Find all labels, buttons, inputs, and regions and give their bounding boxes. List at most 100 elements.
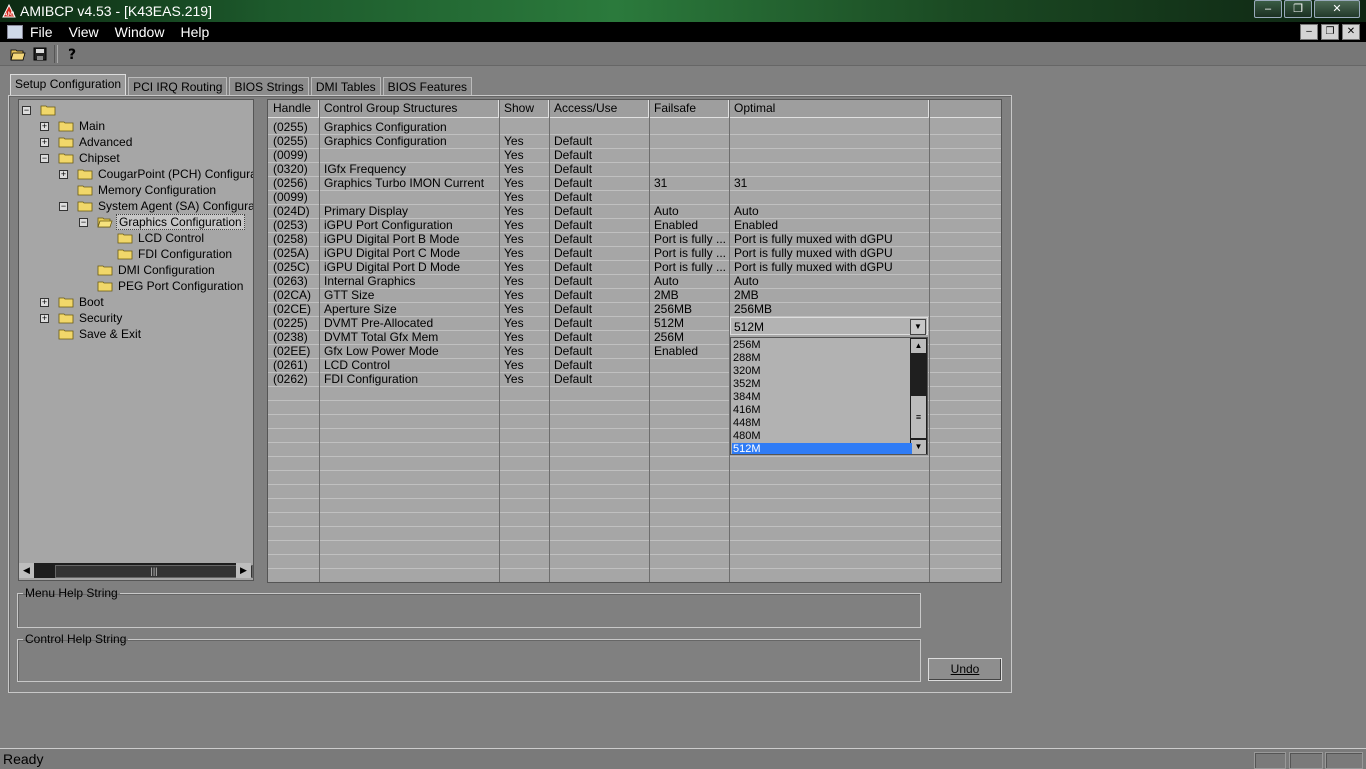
tree-expander[interactable]: − bbox=[22, 106, 31, 115]
tree-expander[interactable]: + bbox=[40, 298, 49, 307]
table-row[interactable]: (0099) Yes Default bbox=[268, 148, 1001, 163]
tab-dmi-tables[interactable]: DMI Tables bbox=[310, 77, 381, 96]
table-row[interactable] bbox=[268, 554, 1001, 569]
column-header[interactable]: Handle bbox=[268, 100, 319, 117]
save-icon[interactable] bbox=[30, 44, 50, 64]
tree-item[interactable]: Advanced bbox=[58, 134, 134, 150]
scroll-thumb[interactable]: ≡ bbox=[911, 396, 926, 438]
undo-button[interactable]: Undo bbox=[928, 658, 1002, 681]
maximize-button[interactable]: ❐ bbox=[1284, 0, 1312, 18]
tab-setup-configuration[interactable]: Setup Configuration bbox=[10, 74, 127, 96]
column-header[interactable]: Optimal bbox=[729, 100, 929, 117]
tab-bios-strings[interactable]: BIOS Strings bbox=[229, 77, 309, 96]
table-row[interactable] bbox=[268, 568, 1001, 582]
scroll-up-icon[interactable]: ▲ bbox=[911, 339, 926, 353]
table-row[interactable]: (0263) Internal Graphics Yes Default Auto Aut… bbox=[268, 274, 1001, 289]
tree-expander[interactable]: − bbox=[79, 218, 88, 227]
table-row[interactable]: (0256) Graphics Turbo IMON Current Yes Defa… bbox=[268, 176, 1001, 191]
tree-horizontal-scrollbar[interactable]: ◀ ||| ▶ bbox=[19, 563, 253, 578]
document-icon[interactable] bbox=[7, 25, 23, 39]
menu-file[interactable]: File bbox=[30, 23, 53, 41]
tree-expander[interactable]: + bbox=[40, 122, 49, 131]
table-row[interactable] bbox=[268, 540, 1001, 555]
scroll-down-icon[interactable]: ▼ bbox=[911, 440, 926, 454]
table-row[interactable] bbox=[268, 512, 1001, 527]
tree-item[interactable]: LCD Control bbox=[117, 230, 206, 246]
tree-expander[interactable]: + bbox=[59, 170, 68, 179]
tree-item[interactable]: Memory Configuration bbox=[77, 182, 218, 198]
table-row[interactable]: (0258) iGPU Digital Port B Mode Yes Default… bbox=[268, 232, 1001, 247]
dropdown-option[interactable]: 352M bbox=[732, 378, 912, 391]
tree-item[interactable]: DMI Configuration bbox=[97, 262, 217, 278]
table-row[interactable]: (025A) iGPU Digital Port C Mode Yes Default… bbox=[268, 246, 1001, 261]
column-header[interactable]: Access/Use bbox=[549, 100, 649, 117]
table-cell: 2MB bbox=[734, 288, 759, 302]
table-row[interactable]: (024D) Primary Display Yes Default Auto Auto bbox=[268, 204, 1001, 219]
table-row[interactable]: (02CA) GTT Size Yes Default 2MB 2MB bbox=[268, 288, 1001, 303]
table-row[interactable] bbox=[268, 526, 1001, 541]
tab-bios-features[interactable]: BIOS Features bbox=[382, 77, 472, 96]
table-cell: 2MB bbox=[654, 288, 679, 302]
menu-window[interactable]: Window bbox=[115, 23, 165, 41]
setup-tree[interactable]: − + Main + Advanced − Chipset + CougarPoint (PCH… bbox=[18, 99, 254, 581]
tree-item[interactable]: Graphics Configuration bbox=[97, 214, 245, 230]
minimize-button[interactable]: – bbox=[1254, 0, 1282, 18]
menu-view[interactable]: View bbox=[69, 23, 99, 41]
table-row[interactable]: (0255) Graphics Configuration Yes Default bbox=[268, 134, 1001, 149]
table-row[interactable]: (0253) iGPU Port Configuration Yes Default E… bbox=[268, 218, 1001, 233]
table-row[interactable]: (02CE) Aperture Size Yes Default 256MB 256MB bbox=[268, 302, 1001, 317]
table-row[interactable]: (0320) IGfx Frequency Yes Default bbox=[268, 162, 1001, 177]
dropdown-option[interactable]: 448M bbox=[732, 417, 912, 430]
column-header[interactable]: Failsafe bbox=[649, 100, 729, 117]
table-row[interactable]: (0255) Graphics Configuration bbox=[268, 120, 1001, 135]
dropdown-option[interactable]: 288M bbox=[732, 352, 912, 365]
tree-expander[interactable]: − bbox=[59, 202, 68, 211]
tree-item[interactable]: CougarPoint (PCH) Configuration bbox=[77, 166, 253, 182]
dropdown-option[interactable]: 512M bbox=[732, 443, 912, 454]
tree-item[interactable]: Boot bbox=[58, 294, 106, 310]
mdi-close-button[interactable]: ✕ bbox=[1342, 24, 1360, 40]
tree-item[interactable]: PEG Port Configuration bbox=[97, 278, 245, 294]
scroll-right-icon[interactable]: ▶ bbox=[236, 563, 251, 578]
tab-strip: Setup Configuration PCI IRQ Routing BIOS… bbox=[10, 74, 474, 96]
tree-item[interactable]: Chipset bbox=[58, 150, 122, 166]
menu-help[interactable]: Help bbox=[180, 23, 209, 41]
open-icon[interactable] bbox=[8, 44, 28, 64]
table-cell: Yes bbox=[504, 260, 524, 274]
combo-dropdown-list[interactable]: ▲ ≡ ▼ 256M 288M 320M 352M 384M 416M 448M 480M 51… bbox=[730, 337, 928, 455]
table-row[interactable] bbox=[268, 484, 1001, 499]
tree-item[interactable]: Save & Exit bbox=[58, 326, 143, 342]
help-icon[interactable]: ? bbox=[62, 44, 82, 64]
table-row[interactable] bbox=[268, 470, 1001, 485]
dropdown-arrow-icon[interactable]: ▼ bbox=[910, 319, 926, 335]
table-row[interactable] bbox=[268, 456, 1001, 471]
tree-expander[interactable]: − bbox=[40, 154, 49, 163]
table-row[interactable] bbox=[268, 498, 1001, 513]
dropdown-option[interactable]: 416M bbox=[732, 404, 912, 417]
mdi-restore-button[interactable]: ❐ bbox=[1321, 24, 1339, 40]
tree-expander[interactable]: + bbox=[40, 138, 49, 147]
table-row[interactable]: (0099) Yes Default bbox=[268, 190, 1001, 205]
tree-item[interactable]: Security bbox=[58, 310, 124, 326]
close-button[interactable]: ✕ bbox=[1314, 0, 1360, 18]
column-header[interactable]: Show bbox=[499, 100, 549, 117]
mdi-minimize-button[interactable]: – bbox=[1300, 24, 1318, 40]
table-cell: 256MB bbox=[654, 302, 693, 316]
dropdown-scrollbar[interactable]: ▲ ≡ ▼ bbox=[910, 338, 927, 454]
dropdown-option[interactable]: 384M bbox=[732, 391, 912, 404]
scroll-left-icon[interactable]: ◀ bbox=[19, 563, 34, 578]
column-header[interactable]: Control Group Structures bbox=[319, 100, 499, 117]
tree-item[interactable]: FDI Configuration bbox=[117, 246, 234, 262]
tab-pci-irq-routing[interactable]: PCI IRQ Routing bbox=[128, 77, 228, 96]
dvmt-preallocated-combo[interactable]: 512M ▼ bbox=[730, 317, 928, 335]
tree-item[interactable]: Main bbox=[58, 118, 107, 134]
dropdown-option[interactable]: 480M bbox=[732, 430, 912, 443]
scroll-thumb[interactable]: ||| bbox=[55, 565, 253, 578]
table-row[interactable]: (025C) iGPU Digital Port D Mode Yes Default… bbox=[268, 260, 1001, 275]
menu-help-box: Menu Help String bbox=[17, 586, 921, 628]
dropdown-option[interactable]: 256M bbox=[732, 339, 912, 352]
tree-item[interactable] bbox=[40, 102, 59, 118]
tree-expander[interactable]: + bbox=[40, 314, 49, 323]
tree-item[interactable]: System Agent (SA) Configuration bbox=[77, 198, 253, 214]
dropdown-option[interactable]: 320M bbox=[732, 365, 912, 378]
